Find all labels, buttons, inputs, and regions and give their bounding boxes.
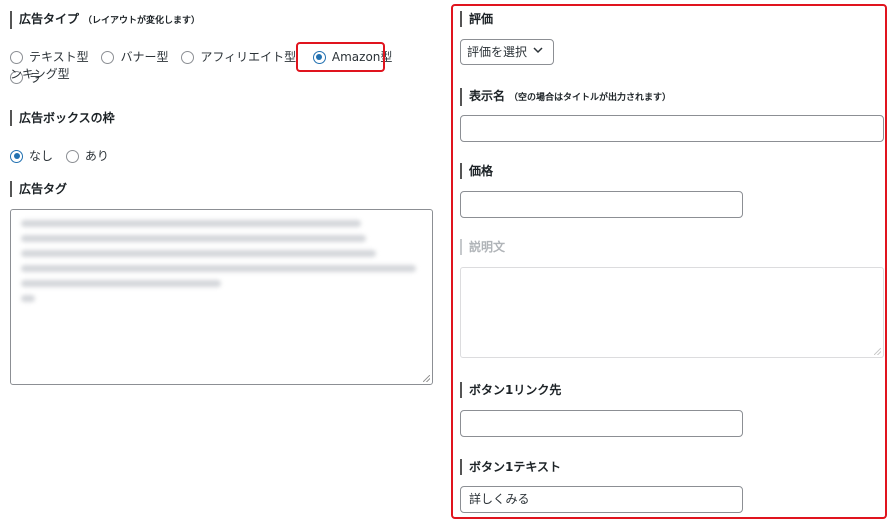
price-title-text: 価格 (469, 164, 494, 178)
radio-banner-type[interactable]: バナー型 (101, 48, 168, 66)
description-title-text: 説明文 (469, 240, 506, 254)
ad-type-title-text: 広告タイプ (19, 12, 80, 26)
display-name-note: （空の場合はタイトルが出力されます） (509, 93, 672, 103)
description-textarea[interactable] (460, 267, 884, 358)
button1-link-title: ボタン1リンク先 (460, 382, 561, 398)
blurred-code-line (21, 235, 366, 242)
radio-circle-checked[interactable] (312, 50, 326, 64)
blurred-code-line (21, 295, 35, 302)
radio-circle-checked[interactable] (10, 149, 23, 163)
ad-box-border-radio-group: なし あり (10, 147, 118, 168)
blurred-code-line (21, 250, 376, 257)
right-panel-highlight-frame (451, 4, 887, 519)
button1-text-title: ボタン1テキスト (460, 459, 561, 475)
radio-text-type[interactable]: テキスト型 (10, 48, 89, 66)
radio-circle[interactable] (101, 50, 115, 64)
radio-circle[interactable] (10, 50, 23, 64)
display-name-input[interactable] (460, 115, 884, 142)
radio-label: あり (84, 149, 109, 163)
button1-link-input[interactable] (460, 410, 743, 437)
ad-tag-title: 広告タグ (10, 181, 67, 197)
blurred-code-line (21, 280, 221, 287)
ad-box-border-title: 広告ボックスの枠 (10, 110, 115, 126)
radio-border-present[interactable]: あり (65, 147, 109, 165)
ad-tag-title-text: 広告タグ (19, 182, 68, 196)
chevron-down-icon (533, 40, 543, 64)
radio-border-none[interactable]: なし (10, 147, 53, 165)
button1-link-title-text: ボタン1リンク先 (469, 383, 562, 397)
blurred-code-line (21, 265, 416, 272)
radio-circle[interactable] (181, 50, 195, 64)
ad-type-note: （レイアウトが変化します） (83, 16, 201, 26)
rating-title-text: 評価 (469, 12, 494, 26)
ad-box-border-title-text: 広告ボックスの枠 (19, 111, 115, 125)
ad-type-radio-group: テキスト型 バナー型 アフィリエイト型 Amazon型 ラ (10, 48, 430, 89)
button1-text-title-text: ボタン1テキスト (469, 460, 561, 474)
radio-label: テキスト型 (29, 50, 89, 64)
price-title: 価格 (460, 163, 493, 179)
ranking-label-wrap: ンキング型 (10, 65, 70, 83)
resize-grip-icon[interactable] (874, 348, 881, 355)
price-input[interactable] (460, 191, 743, 218)
resize-grip-icon[interactable] (423, 375, 430, 382)
radio-label: バナー型 (120, 50, 169, 64)
radio-label-continued: ンキング型 (10, 67, 70, 81)
display-name-title: 表示名 （空の場合はタイトルが出力されます） (460, 88, 671, 106)
blurred-code-line (21, 220, 361, 227)
rating-select[interactable]: 評価を選択 (460, 39, 554, 65)
radio-label: Amazon型 (331, 50, 393, 64)
rating-title: 評価 (460, 11, 493, 27)
radio-label: なし (29, 149, 54, 163)
rating-select-value: 評価を選択 (467, 45, 528, 59)
display-name-title-text: 表示名 (469, 89, 506, 103)
button1-text-input[interactable]: 詳しくみる (460, 486, 743, 513)
radio-label: アフィリエイト型 (200, 50, 297, 64)
ad-tag-textarea[interactable] (10, 209, 433, 385)
radio-affiliate-type[interactable]: アフィリエイト型 (181, 48, 296, 66)
radio-amazon-type[interactable]: Amazon型 (312, 48, 393, 66)
radio-circle[interactable] (65, 149, 79, 163)
description-title: 説明文 (460, 239, 505, 255)
ad-type-title: 広告タイプ （レイアウトが変化します） (10, 11, 200, 29)
